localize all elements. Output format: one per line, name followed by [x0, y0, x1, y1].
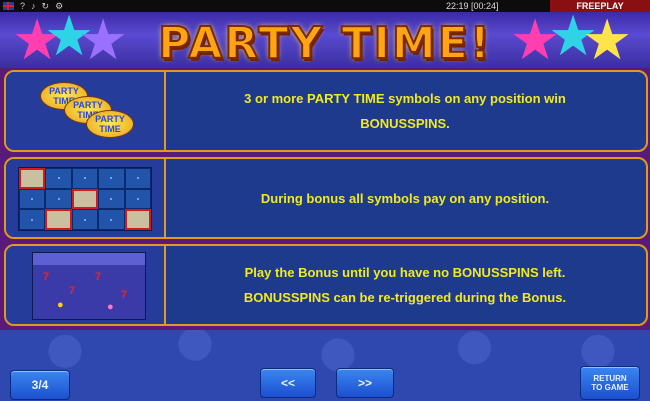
- logo-text: PARTY TIME: [95, 114, 125, 134]
- return-to-game-button[interactable]: RETURN TO GAME: [580, 366, 640, 400]
- footer: [0, 330, 650, 401]
- highlighted-cell: [71, 188, 99, 210]
- game-title: PARTY TIME!: [157, 17, 492, 70]
- grid-cell: [98, 188, 125, 210]
- next-page-button[interactable]: >>: [336, 368, 394, 398]
- slot-machine-thumbnail: 7 7 7 7 ● ●: [32, 252, 146, 320]
- highlighted-cell: [45, 209, 72, 230]
- party-time-symbols-image: PARTY TIME PARTY TIME PARTY TIME: [6, 72, 166, 150]
- grid-cell: [124, 168, 151, 189]
- reel-grid: [18, 167, 152, 231]
- grid-cell: [19, 188, 46, 210]
- grid-cell: [19, 209, 46, 230]
- grid-cell: [124, 188, 151, 210]
- party-time-logo-icon: PARTY TIME: [86, 110, 134, 138]
- cake-symbol-icon: ●: [107, 301, 114, 313]
- rule-3-line-2: BONUSSPINS can be re-triggered during th…: [243, 290, 567, 305]
- return-label-line-2: TO GAME: [591, 383, 629, 392]
- grid-cell: [98, 209, 125, 230]
- rule-panel-2: During bonus all symbols pay on any posi…: [4, 157, 648, 239]
- grid-cell: [71, 168, 99, 189]
- grid-cell: [45, 188, 72, 210]
- rule-text-3: Play the Bonus until you have no BONUSSP…: [166, 246, 644, 324]
- seven-symbol-icon: 7: [69, 285, 76, 297]
- seven-symbol-icon: 7: [43, 271, 50, 283]
- rule-panel-3: 7 7 7 7 ● ● Play the Bonus until you hav…: [4, 244, 648, 326]
- slot-header-bar: [33, 253, 145, 265]
- seven-symbol-icon: 7: [95, 271, 102, 283]
- header: ★ ★ ★ ★ ★ ★ PARTY TIME!: [0, 8, 650, 70]
- rule-panel-1: PARTY TIME PARTY TIME PARTY TIME 3 or mo…: [4, 70, 648, 152]
- grid-cell: [71, 209, 99, 230]
- rule-text-1: 3 or more PARTY TIME symbols on any posi…: [166, 72, 644, 150]
- clock: 22:19 [00:24]: [446, 1, 499, 11]
- grid-cell: [45, 168, 72, 189]
- rule-1-line-1: 3 or more PARTY TIME symbols on any posi…: [244, 91, 566, 106]
- highlighted-cell: [19, 168, 46, 189]
- paytable-content: PARTY TIME PARTY TIME PARTY TIME 3 or mo…: [0, 68, 650, 330]
- bell-symbol-icon: ●: [57, 299, 64, 311]
- return-label-line-1: RETURN: [593, 374, 627, 383]
- scatter-grid-image: [6, 159, 166, 237]
- page-indicator: 3/4: [10, 370, 70, 400]
- rule-1-line-2: BONUSSPINS.: [360, 116, 450, 131]
- previous-page-button[interactable]: <<: [260, 368, 316, 398]
- rule-2-line-1: During bonus all symbols pay on any posi…: [260, 190, 550, 206]
- highlighted-cell: [124, 209, 151, 230]
- seven-symbol-icon: 7: [121, 289, 128, 301]
- bonus-game-image: 7 7 7 7 ● ●: [6, 246, 166, 324]
- rule-text-2: During bonus all symbols pay on any posi…: [166, 159, 644, 237]
- grid-cell: [98, 168, 125, 189]
- rule-3-line-1: Play the Bonus until you have no BONUSSP…: [244, 265, 566, 280]
